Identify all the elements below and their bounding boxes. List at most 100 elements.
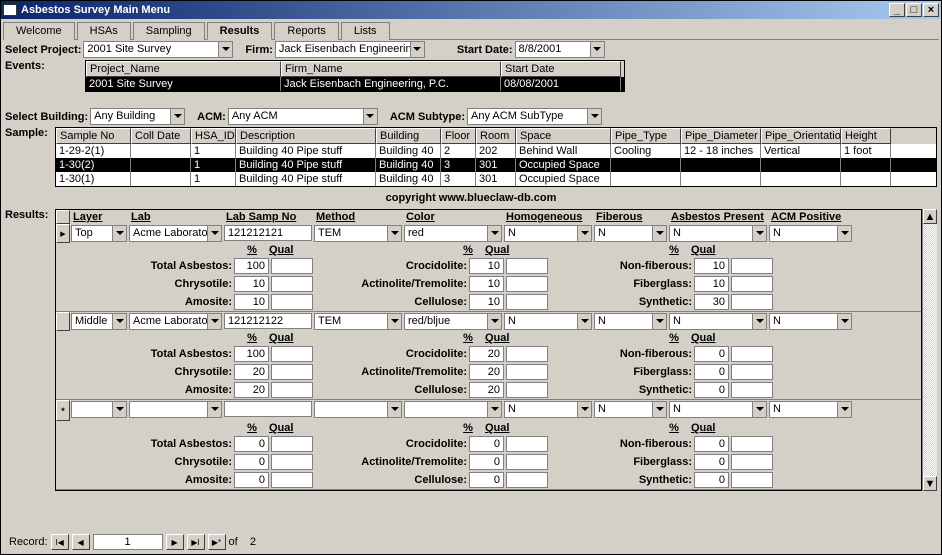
tab-reports[interactable]: Reports: [274, 22, 339, 40]
acm-positive-combo[interactable]: N: [769, 225, 852, 242]
column-header[interactable]: Coll Date: [131, 128, 191, 144]
total_asbestos-pct[interactable]: 100: [234, 346, 269, 362]
building-combo[interactable]: Any Building: [90, 108, 185, 125]
table-row[interactable]: 1-30(2)1Building 40 Pipe stuffBuilding 4…: [56, 158, 936, 172]
homogeneous-combo[interactable]: N: [504, 401, 592, 418]
total_asbestos-pct[interactable]: 0: [234, 436, 269, 452]
column-header[interactable]: Floor: [441, 128, 476, 144]
results-grid[interactable]: LayerLabLab Samp NoMethodColorHomogeneou…: [55, 209, 922, 491]
record-current[interactable]: 1: [93, 534, 163, 550]
tab-lists[interactable]: Lists: [341, 22, 390, 40]
act_trem-qual[interactable]: [506, 454, 548, 470]
vertical-scrollbar[interactable]: ▲ ▼: [922, 209, 937, 491]
non_fiberous-qual[interactable]: [731, 346, 773, 362]
close-button[interactable]: ×: [923, 3, 939, 17]
firm-combo[interactable]: Jack Eisenbach Engineerin: [275, 41, 425, 58]
total_asbestos-qual[interactable]: [271, 346, 313, 362]
total_asbestos-qual[interactable]: [271, 258, 313, 274]
last-record-button[interactable]: ▶I: [187, 534, 205, 550]
asbestos-present-combo[interactable]: N: [669, 401, 767, 418]
act_trem-qual[interactable]: [506, 364, 548, 380]
color-combo[interactable]: red/bljue: [404, 313, 502, 330]
amosite-pct[interactable]: 10: [234, 294, 269, 310]
crocidolite-qual[interactable]: [506, 346, 548, 362]
column-header[interactable]: Pipe_Diameter: [681, 128, 761, 144]
amosite-pct[interactable]: 0: [234, 472, 269, 488]
scroll-up-icon[interactable]: ▲: [923, 209, 937, 224]
fiberglass-pct[interactable]: 0: [694, 364, 729, 380]
method-combo[interactable]: TEM: [314, 313, 402, 330]
chrysotile-pct[interactable]: 20: [234, 364, 269, 380]
cellulose-pct[interactable]: 10: [469, 294, 504, 310]
amosite-pct[interactable]: 20: [234, 382, 269, 398]
non_fiberous-pct[interactable]: 10: [694, 258, 729, 274]
synthetic-qual[interactable]: [731, 294, 773, 310]
chrysotile-qual[interactable]: [271, 276, 313, 292]
method-combo[interactable]: TEM: [314, 225, 402, 242]
results-row[interactable]: TopAcme Laborator121212121TEMredNNNN: [56, 224, 921, 243]
total_asbestos-pct[interactable]: 100: [234, 258, 269, 274]
synthetic-qual[interactable]: [731, 472, 773, 488]
non_fiberous-qual[interactable]: [731, 258, 773, 274]
non_fiberous-pct[interactable]: 0: [694, 346, 729, 362]
fiberous-combo[interactable]: N: [594, 401, 667, 418]
start-date-combo[interactable]: 8/8/2001: [515, 41, 605, 58]
synthetic-pct[interactable]: 30: [694, 294, 729, 310]
crocidolite-pct[interactable]: 10: [469, 258, 504, 274]
table-row[interactable]: 1-29-2(1)1Building 40 Pipe stuffBuilding…: [56, 144, 936, 158]
results-row[interactable]: NNNN: [56, 400, 921, 421]
column-header[interactable]: Sample No: [56, 128, 131, 144]
amosite-qual[interactable]: [271, 472, 313, 488]
color-combo[interactable]: red: [404, 225, 502, 242]
layer-combo[interactable]: [71, 401, 127, 418]
table-row[interactable]: 1-30(1)1Building 40 Pipe stuffBuilding 4…: [56, 172, 936, 186]
act_trem-qual[interactable]: [506, 276, 548, 292]
cellulose-qual[interactable]: [506, 294, 548, 310]
chrysotile-qual[interactable]: [271, 364, 313, 380]
cellulose-qual[interactable]: [506, 472, 548, 488]
lab-combo[interactable]: Acme Laborator: [129, 313, 222, 330]
layer-combo[interactable]: Top: [71, 225, 127, 242]
tab-hsas[interactable]: HSAs: [77, 22, 131, 40]
new-record-button[interactable]: ▶*: [208, 534, 226, 550]
column-header[interactable]: Building: [376, 128, 441, 144]
homogeneous-combo[interactable]: N: [504, 313, 592, 330]
amosite-qual[interactable]: [271, 382, 313, 398]
crocidolite-pct[interactable]: 20: [469, 346, 504, 362]
prev-record-button[interactable]: ◀: [72, 534, 90, 550]
fiberous-combo[interactable]: N: [594, 225, 667, 242]
crocidolite-qual[interactable]: [506, 258, 548, 274]
asbestos-present-combo[interactable]: N: [669, 313, 767, 330]
act_trem-pct[interactable]: 0: [469, 454, 504, 470]
acm-positive-combo[interactable]: N: [769, 313, 852, 330]
method-combo[interactable]: [314, 401, 402, 418]
fiberglass-pct[interactable]: 0: [694, 454, 729, 470]
lab-samp-no-field[interactable]: 121212121: [224, 225, 312, 241]
tab-sampling[interactable]: Sampling: [133, 22, 205, 40]
column-header[interactable]: Height: [841, 128, 891, 144]
scroll-down-icon[interactable]: ▼: [923, 476, 937, 491]
project-combo[interactable]: 2001 Site Survey: [83, 41, 233, 58]
column-header[interactable]: Project_Name: [86, 61, 281, 77]
fiberglass-qual[interactable]: [731, 454, 773, 470]
column-header[interactable]: Room: [476, 128, 516, 144]
events-grid[interactable]: Project_NameFirm_NameStart Date2001 Site…: [85, 60, 625, 92]
act_trem-pct[interactable]: 10: [469, 276, 504, 292]
minimize-button[interactable]: _: [889, 3, 905, 17]
maximize-button[interactable]: □: [906, 3, 922, 17]
synthetic-pct[interactable]: 0: [694, 472, 729, 488]
acm-sub-combo[interactable]: Any ACM SubType: [467, 108, 602, 125]
tab-welcome[interactable]: Welcome: [3, 22, 75, 40]
homogeneous-combo[interactable]: N: [504, 225, 592, 242]
fiberglass-qual[interactable]: [731, 276, 773, 292]
cellulose-qual[interactable]: [506, 382, 548, 398]
synthetic-qual[interactable]: [731, 382, 773, 398]
table-row[interactable]: 2001 Site SurveyJack Eisenbach Engineeri…: [86, 77, 624, 91]
tab-results[interactable]: Results: [207, 22, 273, 40]
lab-combo[interactable]: [129, 401, 222, 418]
column-header[interactable]: Space: [516, 128, 611, 144]
results-row[interactable]: MiddleAcme Laborator121212122TEMred/blju…: [56, 312, 921, 331]
crocidolite-qual[interactable]: [506, 436, 548, 452]
acm-positive-combo[interactable]: N: [769, 401, 852, 418]
lab-samp-no-field[interactable]: [224, 401, 312, 417]
